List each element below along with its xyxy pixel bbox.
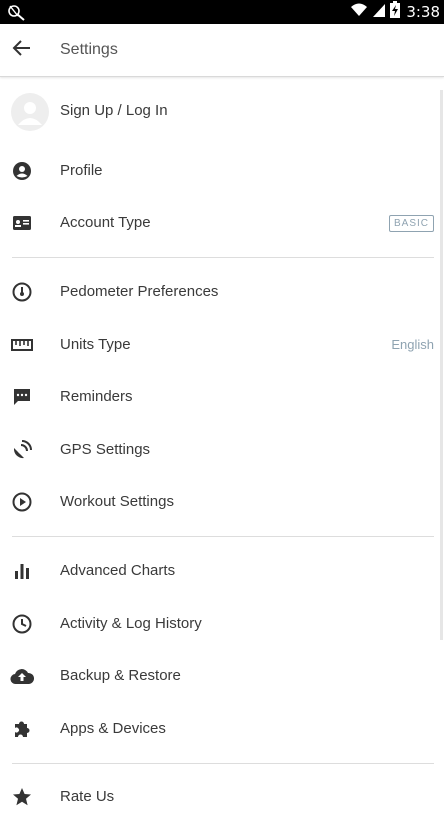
pedometer-preferences-label: Pedometer Preferences [60,283,219,300]
gps-settings-label: GPS Settings [60,441,151,458]
battery-charging-icon [390,1,401,23]
status-bar: 3:38 [0,0,444,24]
message-icon [10,385,34,409]
wifi-icon [350,2,368,23]
reminders-item[interactable]: Reminders [0,371,444,423]
arrow-left-icon [12,38,32,63]
ruler-icon [10,333,34,357]
app-bar: Settings [0,24,444,77]
star-icon [10,785,34,809]
activity-log-history-label: Activity & Log History [60,615,202,632]
backup-restore-label: Backup & Restore [60,667,181,684]
gps-settings-item[interactable]: GPS Settings [0,424,444,476]
puzzle-icon [10,717,34,741]
satellite-dish-icon [10,438,34,462]
account-circle-icon [10,159,34,183]
divider [12,536,434,537]
workout-settings-label: Workout Settings [60,493,174,510]
activity-log-history-item[interactable]: Activity & Log History [0,598,444,650]
notification-icon [6,2,28,22]
sign-up-login-item[interactable]: Sign Up / Log In [0,85,444,137]
units-type-label: Units Type [60,336,131,353]
divider [12,257,434,258]
apps-devices-label: Apps & Devices [60,720,166,737]
status-icons: 3:38 [350,0,440,24]
clock-icon [10,612,34,636]
reminders-label: Reminders [60,388,133,405]
pedometer-preferences-item[interactable]: Pedometer Preferences [0,266,444,318]
avatar [11,93,49,131]
workout-settings-item[interactable]: Workout Settings [0,476,444,528]
signal-icon [372,2,386,23]
sign-up-login-label: Sign Up / Log In [60,102,168,119]
units-type-value: English [391,337,434,352]
profile-item[interactable]: Profile [0,145,444,197]
units-type-item[interactable]: Units Type English [0,319,444,371]
back-button[interactable] [8,36,36,64]
advanced-charts-label: Advanced Charts [60,562,176,579]
status-time: 3:38 [406,3,440,21]
account-type-badge: BASIC [388,215,434,232]
scrollbar[interactable] [440,90,443,640]
cloud-upload-icon [10,664,34,688]
play-circle-icon [10,490,34,514]
advanced-charts-item[interactable]: Advanced Charts [0,545,444,597]
apps-devices-item[interactable]: Apps & Devices [0,703,444,755]
divider [12,763,434,764]
account-type-item[interactable]: Account Type BASIC [0,197,444,249]
profile-label: Profile [60,162,103,179]
id-card-icon [10,211,34,235]
page-title: Settings [60,41,118,58]
rate-us-item[interactable]: Rate Us [0,771,444,823]
backup-restore-item[interactable]: Backup & Restore [0,650,444,702]
rate-us-label: Rate Us [60,788,115,805]
speedometer-icon [10,280,34,304]
bar-chart-icon [10,559,34,583]
account-type-label: Account Type [60,214,151,231]
